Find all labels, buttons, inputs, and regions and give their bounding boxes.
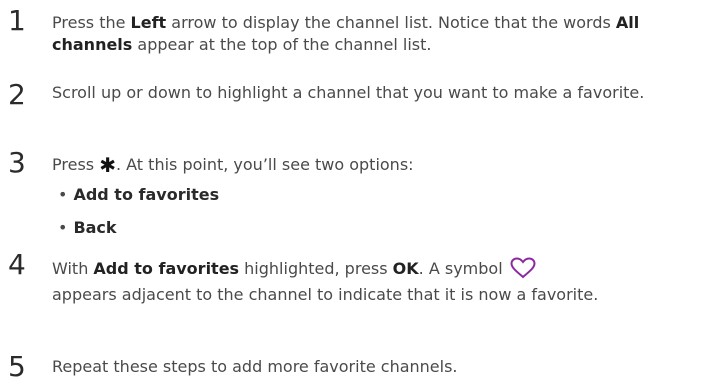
add-to-favorites-label: Add to favorites [93,259,240,278]
step-number: 1 [8,4,26,37]
step-text: Repeat these steps to add more favorite … [52,357,458,376]
step-number: 3 [8,146,26,179]
step-number: 2 [8,78,26,111]
step-text: With Add to favorites highlighted, press… [52,257,599,304]
step-number: 4 [8,248,26,281]
step-text: Scroll up or down to highlight a channel… [52,83,645,102]
bullet-item: • Back [58,218,117,237]
key-left: Left [130,13,167,32]
ok-key-label: OK [392,259,419,278]
heart-icon [510,257,536,279]
step-number: 5 [8,350,26,383]
step-text: Press ✱. At this point, you’ll see two o… [52,153,414,177]
asterisk-icon: ✱ [99,153,116,177]
bullet-item: • Add to favorites [58,185,220,204]
step-text: Press the Left arrow to display the chan… [52,13,640,54]
